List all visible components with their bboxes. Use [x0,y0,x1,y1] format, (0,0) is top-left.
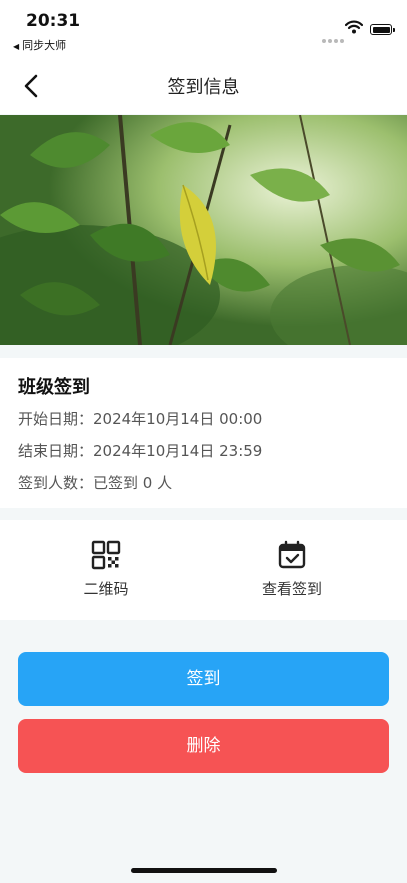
home-indicator[interactable] [131,868,277,873]
view-signin-button[interactable]: 查看签到 [222,540,362,599]
back-app-label: 同步大师 [22,39,67,52]
nav-bar: 签到信息 [0,58,407,114]
action-panel: 二维码 查看签到 [0,520,407,620]
view-signin-label: 查看签到 [261,580,322,598]
page-title: 签到信息 [167,77,240,98]
calendar-check-icon [278,540,306,569]
qrcode-icon [91,540,121,570]
qrcode-label: 二维码 [83,580,129,598]
card-title: 班级签到 [18,377,90,398]
signin-info-card: 班级签到 开始日期：2024年10月14日 00:00 结束日期：2024年10… [0,358,407,508]
signal-dots-icon [322,28,346,47]
signin-count: 签到人数：已签到 0 人 [18,474,173,492]
back-triangle-icon: ◀ [13,42,20,51]
start-date: 开始日期：2024年10月14日 00:00 [18,410,263,428]
signin-button[interactable]: 签到 [18,652,389,706]
status-bar: 20:31 ◀ 同步大师 [0,0,407,58]
qrcode-button[interactable]: 二维码 [36,540,176,599]
cover-image [0,115,407,345]
back-to-app[interactable]: ◀ 同步大师 [13,37,66,53]
battery-icon [370,24,395,35]
delete-button[interactable]: 删除 [18,719,389,773]
end-date: 结束日期：2024年10月14日 23:59 [18,442,263,460]
wifi-icon [345,20,363,34]
status-time: 20:31 [26,11,81,31]
